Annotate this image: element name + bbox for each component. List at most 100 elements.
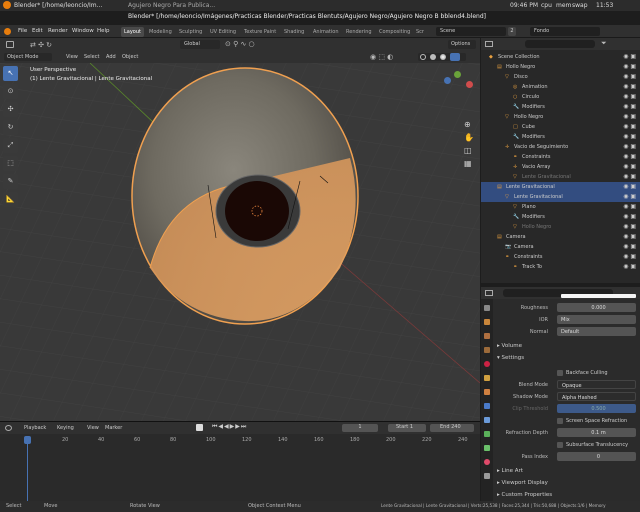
camera-view-icon[interactable]: ◫ [464, 144, 476, 157]
menu-object[interactable]: Object [122, 54, 138, 60]
outliner-item[interactable]: ▽ Disco ◉ ▣ [481, 72, 640, 82]
scene-tab-icon[interactable] [484, 361, 490, 367]
start-frame-field[interactable]: Start 1 [388, 424, 426, 432]
annotate-tool-icon[interactable]: ✎ [3, 174, 18, 189]
3d-viewport[interactable]: User Perspective (1) Lente Gravitacional… [0, 63, 480, 421]
backface-checkbox[interactable] [557, 370, 563, 376]
cursor-tool-icon[interactable]: ⊙ [3, 84, 18, 99]
tab-layout[interactable]: Layout [121, 27, 144, 37]
color-field[interactable] [561, 294, 636, 298]
navigation-buttons[interactable]: ⊕ ✋ ◫ ▦ [464, 118, 476, 170]
menu-playback[interactable]: Playback [24, 425, 46, 431]
outliner-item[interactable]: 🔧 Modifiers ◉ ▣ [481, 102, 640, 112]
lineart-section[interactable]: ▸ Line Art [497, 468, 523, 474]
current-frame-field[interactable]: 1 [342, 424, 378, 432]
outliner-item[interactable]: ▽ Plano ◉ ▣ [481, 202, 640, 212]
visibility-toggle-icon[interactable]: ◉ ▣ [623, 192, 636, 202]
view-layer-tab-icon[interactable] [484, 347, 490, 353]
visibility-toggle-icon[interactable]: ◉ ▣ [623, 222, 636, 232]
playback-controls[interactable]: ⏮◀◀▶▶⏭ [212, 423, 247, 431]
transform-tool-icon[interactable]: ⬚ [3, 156, 18, 171]
visibility-toggle-icon[interactable]: ◉ ▣ [623, 262, 636, 272]
gizmo-x-icon[interactable] [466, 81, 473, 88]
gizmo-y-icon[interactable] [454, 71, 461, 78]
tab-rendering[interactable]: Rendering [343, 27, 375, 37]
scene-selector[interactable]: Scene [436, 27, 506, 36]
particles-tab-icon[interactable] [484, 417, 490, 423]
viewport-display-section[interactable]: ▸ Viewport Display [497, 480, 548, 486]
visibility-toggle-icon[interactable]: ◉ ▣ [623, 202, 636, 212]
outliner-item[interactable]: ⚭ Constraints ◉ ▣ [481, 252, 640, 262]
navigation-gizmo[interactable] [440, 71, 474, 105]
outliner-item[interactable]: ▤ Hollo Negro ◉ ▣ [481, 62, 640, 72]
second-window-tab[interactable]: Agujero Negro Para Publica... [128, 2, 215, 9]
tab-texture-paint[interactable]: Texture Paint [241, 27, 279, 37]
outliner-item[interactable]: ✛ Vacio Array ◉ ▣ [481, 162, 640, 172]
visibility-toggle-icon[interactable]: ◉ ▣ [623, 182, 636, 192]
constraints-tab-icon[interactable] [484, 445, 490, 451]
pivot-snap-icons[interactable]: ⊙ ⚲ ∿ ○ [225, 40, 255, 48]
black-hole[interactable] [225, 181, 289, 241]
tab-uv-editing[interactable]: UV Editing [207, 27, 239, 37]
outliner-item[interactable]: ▽ Lente Gravitacional ◉ ▣ [481, 192, 640, 202]
clip-field[interactable]: 0.500 [557, 404, 636, 413]
playhead[interactable] [24, 436, 31, 444]
visibility-toggle-icon[interactable]: ◉ ▣ [623, 132, 636, 142]
visibility-toggle-icon[interactable]: ◉ ▣ [623, 162, 636, 172]
outliner-item[interactable]: 🔧 Modifiers ◉ ▣ [481, 132, 640, 142]
menu-marker[interactable]: Marker [105, 425, 122, 431]
orientation-dropdown[interactable]: Global [180, 40, 220, 49]
rendered-shading-icon[interactable] [450, 53, 460, 61]
outliner-item[interactable]: ▤ Lente Gravitacional ◉ ▣ [481, 182, 640, 192]
menu-edit[interactable]: Edit [32, 28, 43, 34]
properties-editor-icon[interactable] [485, 290, 493, 296]
texture-tab-icon[interactable] [484, 473, 490, 479]
custom-props-section[interactable]: ▸ Custom Properties [497, 492, 552, 498]
outliner-item[interactable]: ⚭ Constraints ◉ ▣ [481, 152, 640, 162]
mode-dropdown[interactable]: Object Mode [4, 53, 52, 61]
visibility-toggle-icon[interactable]: ◉ ▣ [623, 242, 636, 252]
timeline-ruler[interactable]: 120406080100120140160180200220240 [0, 436, 480, 445]
ortho-toggle-icon[interactable]: ▦ [464, 157, 476, 170]
visibility-toggle-icon[interactable]: ◉ ▣ [623, 72, 636, 82]
outliner-item[interactable]: ◎ Animation ◉ ▣ [481, 82, 640, 92]
move-tool-icon[interactable]: ✣ [3, 102, 18, 117]
volume-section[interactable]: ▸ Volume [497, 343, 522, 349]
filter-icon[interactable]: ⏷ [601, 39, 607, 48]
outliner-item[interactable]: 📷 Camera ◉ ▣ [481, 242, 640, 252]
visibility-toggle-icon[interactable]: ◉ ▣ [623, 52, 636, 62]
outliner-item[interactable]: ○ Circulo ◉ ▣ [481, 92, 640, 102]
tab-sculpting[interactable]: Sculpting [176, 27, 205, 37]
menu-help[interactable]: Help [97, 28, 110, 34]
outliner-editor-icon[interactable] [485, 41, 493, 47]
outliner-item[interactable]: ▽ Hollo Negro ◉ ▣ [481, 112, 640, 122]
menu-view[interactable]: View [66, 54, 78, 60]
outliner-item[interactable]: ▽ Lente Gravitacional ◉ ▣ [481, 172, 640, 182]
visibility-toggle-icon[interactable]: ◉ ▣ [623, 212, 636, 222]
visibility-toggle-icon[interactable]: ◉ ▣ [623, 142, 636, 152]
outliner-item[interactable]: ▽ Hollo Negro ◉ ▣ [481, 222, 640, 232]
visibility-toggle-icon[interactable]: ◉ ▣ [623, 92, 636, 102]
outliner-item[interactable]: 🔧 Modifiers ◉ ▣ [481, 212, 640, 222]
blender-menu-icon[interactable] [4, 28, 11, 35]
pan-icon[interactable]: ✋ [464, 131, 476, 144]
scale-tool-icon[interactable]: ⤢ [3, 138, 18, 153]
refraction-field[interactable]: 0.1 m [557, 428, 636, 437]
tab-compositing[interactable]: Compositing [376, 27, 413, 37]
sst-checkbox[interactable] [557, 442, 563, 448]
outliner-item[interactable]: ✛ Vacio de Seguimiento ◉ ▣ [481, 142, 640, 152]
object-tab-icon[interactable] [484, 389, 490, 395]
select-tool-icon[interactable]: ↖ [3, 66, 18, 81]
visibility-toggle-icon[interactable]: ◉ ▣ [623, 102, 636, 112]
outliner-item[interactable]: ▤ Camera ◉ ▣ [481, 232, 640, 242]
ssr-checkbox[interactable] [557, 418, 563, 424]
tab-scripting[interactable]: Scr [413, 27, 427, 37]
timeline-editor-icon[interactable] [5, 425, 12, 431]
view-layer-selector[interactable]: Fondo [530, 27, 600, 36]
editor-type-icon[interactable] [6, 41, 14, 48]
rotate-tool-icon[interactable]: ↻ [3, 120, 18, 135]
material-tab-icon[interactable] [484, 459, 490, 465]
normal-field[interactable]: Default [557, 327, 636, 336]
visibility-toggle-icon[interactable]: ◉ ▣ [623, 252, 636, 262]
shadow-dropdown[interactable]: Alpha Hashed [557, 392, 636, 401]
